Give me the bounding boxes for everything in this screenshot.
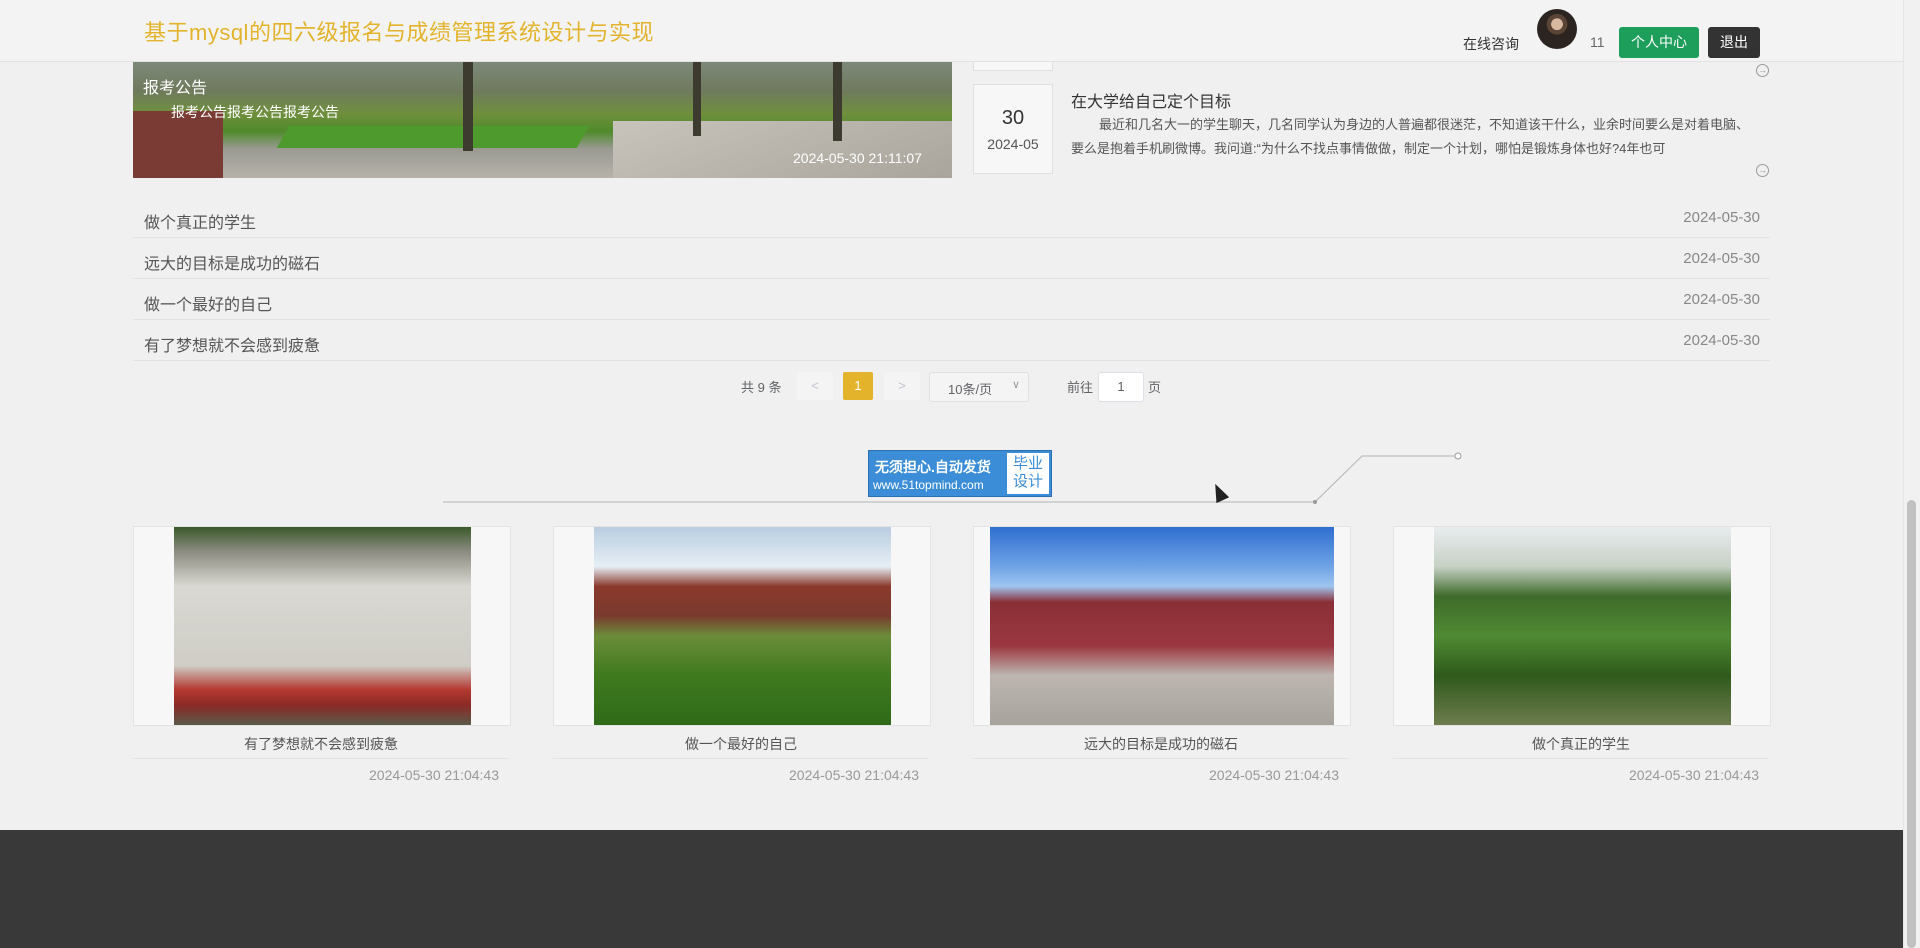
goto-label: 前往: [1067, 380, 1094, 395]
banner-tree: [833, 61, 842, 141]
site-title[interactable]: 基于mysql的四六级报名与成绩管理系统设计与实现: [144, 15, 654, 47]
more-arrow-icon[interactable]: →: [1756, 164, 1769, 177]
list-item[interactable]: 做个真正的学生 2024-05-30: [133, 197, 1770, 238]
gallery-card[interactable]: 做个真正的学生 2024-05-30 21:04:43: [1393, 526, 1771, 783]
gallery-image-frame[interactable]: [553, 526, 931, 726]
page-size-select[interactable]: 10条/页 ∨: [929, 372, 1029, 402]
gallery-image-frame[interactable]: [973, 526, 1351, 726]
chevron-down-icon: ∨: [1011, 379, 1020, 391]
list-item-date: 2024-05-30: [1683, 209, 1760, 226]
gallery-image[interactable]: [990, 527, 1334, 725]
news-day: 30: [1001, 107, 1025, 129]
scrollbar-thumb[interactable]: [1907, 500, 1916, 948]
banner-title: 报考公告: [143, 80, 208, 97]
gallery-image-frame[interactable]: [1393, 526, 1771, 726]
list-item-date: 2024-05-30: [1683, 250, 1760, 267]
mouse-cursor-icon: [1208, 480, 1230, 504]
page-footer: [0, 830, 1903, 948]
news-date-box: 30 2024-05: [973, 84, 1053, 174]
banner-subtitle: 报考公告报考公告报考公告: [171, 104, 339, 120]
goto-page-input[interactable]: 1: [1098, 372, 1144, 402]
gallery-image[interactable]: [174, 527, 471, 725]
promo-line-1: 无须担心.自动发货: [875, 459, 991, 475]
personal-center-button[interactable]: 个人中心: [1619, 27, 1699, 58]
gallery-card[interactable]: 有了梦想就不会感到疲惫 2024-05-30 21:04:43: [133, 526, 511, 783]
promo-banner[interactable]: 无须担心.自动发货 www.51topmind.com 毕业设计: [868, 450, 1052, 497]
connector-line: [1314, 455, 1458, 503]
more-arrow-icon[interactable]: →: [1756, 64, 1769, 77]
gallery-card[interactable]: 远大的目标是成功的磁石 2024-05-30 21:04:43: [973, 526, 1351, 783]
gallery-caption[interactable]: 做个真正的学生: [1393, 734, 1769, 759]
gallery-caption[interactable]: 做一个最好的自己: [553, 734, 929, 759]
gallery-image-frame[interactable]: [133, 526, 511, 726]
banner-tree: [693, 61, 701, 136]
gallery-image[interactable]: [594, 527, 891, 725]
gallery-caption[interactable]: 有了梦想就不会感到疲惫: [133, 734, 509, 759]
list-item-date: 2024-05-30: [1683, 332, 1760, 349]
banner-lawn: [276, 126, 590, 148]
gallery-time: 2024-05-30 21:04:43: [789, 767, 919, 783]
connector-dot: [1313, 500, 1317, 504]
current-page-button[interactable]: 1: [843, 372, 873, 400]
list-item[interactable]: 有了梦想就不会感到疲惫 2024-05-30: [133, 320, 1770, 361]
avatar[interactable]: [1537, 9, 1577, 49]
prev-page-button[interactable]: <: [797, 372, 833, 400]
online-consult-link[interactable]: 在线咨询: [1463, 34, 1519, 54]
gallery-time: 2024-05-30 21:04:43: [1209, 767, 1339, 783]
username: 11: [1590, 34, 1605, 50]
list-item-title[interactable]: 有了梦想就不会感到疲惫: [144, 332, 320, 356]
page-suffix-label: 页: [1148, 380, 1162, 395]
gallery-time: 2024-05-30 21:04:43: [369, 767, 499, 783]
list-item-title[interactable]: 远大的目标是成功的磁石: [144, 250, 320, 274]
list-item-title[interactable]: 做一个最好的自己: [144, 291, 272, 315]
news-summary: 最近和几名大一的学生聊天，几名同学认为身边的人普遍都很迷茫，不知道该干什么，业余…: [1071, 117, 1750, 156]
list-item[interactable]: 做一个最好的自己 2024-05-30: [133, 279, 1770, 320]
promo-tag: 毕业设计: [1007, 453, 1049, 494]
logout-button[interactable]: 退出: [1708, 27, 1760, 58]
list-item-title[interactable]: 做个真正的学生: [144, 209, 256, 233]
list-item-date: 2024-05-30: [1683, 291, 1760, 308]
gallery-image[interactable]: [1434, 527, 1731, 725]
news-title[interactable]: 在大学给自己定个目标: [1071, 88, 1231, 112]
gallery-card[interactable]: 做一个最好的自己 2024-05-30 21:04:43: [553, 526, 931, 783]
list-item[interactable]: 远大的目标是成功的磁石 2024-05-30: [133, 238, 1770, 279]
banner-time: 2024-05-30 21:11:07: [793, 150, 922, 166]
promo-url: www.51topmind.com: [873, 478, 984, 492]
banner-tree: [463, 61, 473, 151]
gallery-time: 2024-05-30 21:04:43: [1629, 767, 1759, 783]
date-box-partial: [973, 61, 1053, 71]
next-page-button[interactable]: >: [884, 372, 920, 400]
gallery-caption[interactable]: 远大的目标是成功的磁石: [973, 734, 1349, 759]
news-list: 做个真正的学生 2024-05-30 远大的目标是成功的磁石 2024-05-3…: [133, 197, 1770, 361]
page-size-value: 10条/页: [948, 382, 993, 397]
news-year-month: 2024-05: [987, 136, 1039, 152]
pagination-total: 共 9 条: [741, 380, 782, 395]
connector-dot: [1454, 452, 1462, 460]
